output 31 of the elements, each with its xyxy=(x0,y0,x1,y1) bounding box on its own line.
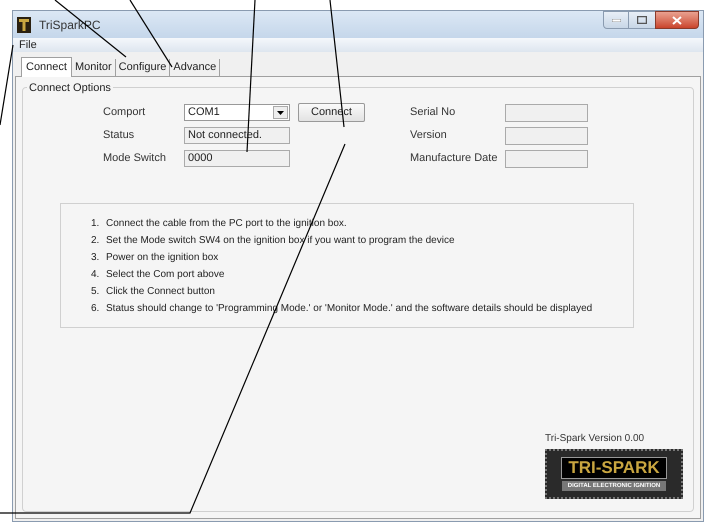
step-number: 6. xyxy=(91,302,100,316)
maximize-button[interactable] xyxy=(629,11,655,29)
field-label: Serial No xyxy=(410,105,456,120)
step-number: 3. xyxy=(91,250,100,264)
comport-dropdown[interactable]: COM1 xyxy=(184,104,290,121)
maximize-icon xyxy=(637,16,647,24)
instruction-text: Select the Com port above xyxy=(106,268,224,282)
field-label: Manufacture Date xyxy=(410,151,498,166)
instruction-text: Click the Connect button xyxy=(106,284,215,298)
minimize-button[interactable] xyxy=(603,11,629,29)
menu-item[interactable]: File xyxy=(19,36,37,54)
field-label: Mode Switch xyxy=(103,151,167,166)
readonly-field: 0000 xyxy=(184,150,290,167)
caret-icon xyxy=(277,110,284,114)
logo-title: TRI-SPARK xyxy=(561,457,667,479)
step-number: 2. xyxy=(91,234,100,248)
field-label: Status xyxy=(103,128,136,144)
close-icon xyxy=(672,16,682,24)
step-number: 1. xyxy=(91,216,100,230)
instruction-text: Power on the ignition box xyxy=(106,250,218,264)
tab[interactable]: Connect xyxy=(21,57,72,77)
close-button[interactable] xyxy=(655,11,699,29)
instruction-text: Set the Mode switch SW4 on the ignition box if you want to program the device xyxy=(106,234,455,248)
step-number: 5. xyxy=(91,284,100,298)
version-text: Tri-Spark Version 0.00 xyxy=(545,432,646,446)
field-label: Version xyxy=(410,128,448,144)
app-icon xyxy=(17,16,31,32)
minimize-icon xyxy=(612,18,620,22)
step-number: 4. xyxy=(91,268,100,282)
field-label: Comport xyxy=(103,105,146,120)
group-title: Connect Options xyxy=(27,80,113,96)
